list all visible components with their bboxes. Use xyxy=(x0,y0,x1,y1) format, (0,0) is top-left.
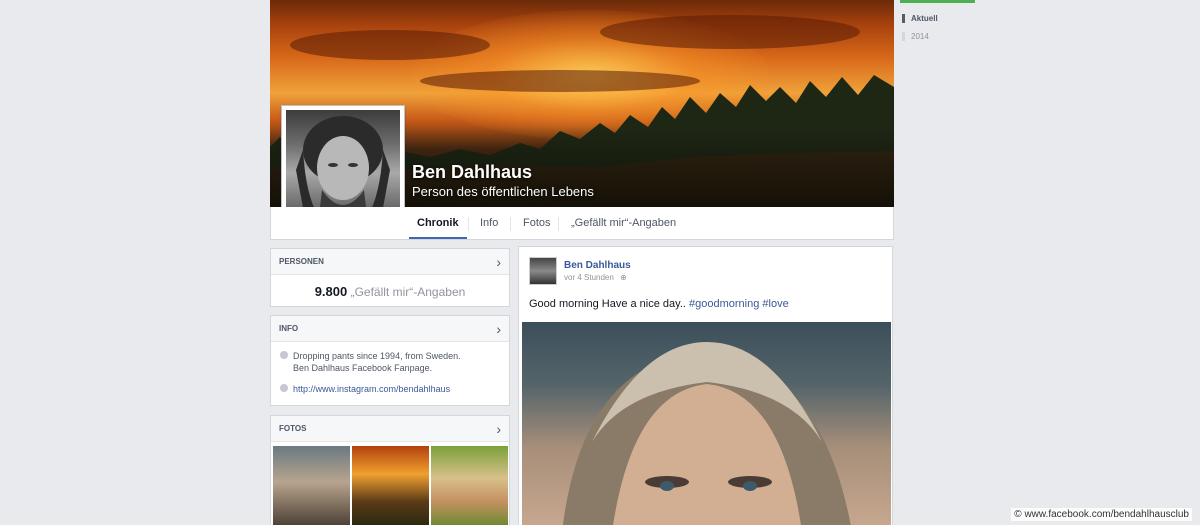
timeline-years-nav: Aktuell 2014 xyxy=(900,0,990,60)
chevron-right-icon[interactable]: › xyxy=(496,316,501,342)
timeline-bar xyxy=(900,0,975,3)
post-timestamp[interactable]: vor 4 Stunden ⊕ xyxy=(564,273,627,282)
website-link[interactable]: http://www.instagram.com/bendahlhaus xyxy=(293,384,450,394)
photo-thumbnail-3[interactable] xyxy=(431,446,508,525)
persons-heading: PERSONEN xyxy=(279,257,324,266)
tab-chronik[interactable]: Chronik xyxy=(409,207,467,239)
likes-summary[interactable]: 9.800 „Gefällt mir“-Angaben xyxy=(271,275,509,308)
portrait-photo xyxy=(562,342,851,525)
tab-likes[interactable]: „Gefällt mir“-Angaben xyxy=(563,207,684,239)
tab-divider xyxy=(558,217,559,231)
post-author[interactable]: Ben Dahlhaus xyxy=(564,260,631,271)
about-text: Dropping pants since 1994, from Sweden. … xyxy=(271,342,509,374)
info-card: INFO › Dropping pants since 1994, from S… xyxy=(270,315,510,406)
persons-card: PERSONEN › 9.800 „Gefällt mir“-Angaben xyxy=(270,248,510,307)
photo-thumbnail-1[interactable] xyxy=(273,446,350,525)
about-line-2: Ben Dahlhaus Facebook Fanpage. xyxy=(293,363,433,373)
avatar[interactable] xyxy=(529,257,557,285)
photos-card: FOTOS › xyxy=(270,415,510,525)
timeline-item-2014[interactable]: 2014 xyxy=(902,32,929,41)
page-nav: Chronik Info Fotos „Gefällt mir“-Angaben xyxy=(270,207,894,240)
info-icon xyxy=(280,351,288,359)
tab-divider xyxy=(510,217,511,231)
tab-divider xyxy=(468,217,469,231)
post-time-text: vor 4 Stunden xyxy=(564,273,614,282)
chevron-right-icon[interactable]: › xyxy=(496,416,501,442)
tab-fotos[interactable]: Fotos xyxy=(515,207,559,239)
about-line-1: Dropping pants since 1994, from Sweden. xyxy=(293,351,461,361)
photo-thumbnail-2[interactable] xyxy=(352,446,429,525)
hashtag-goodmorning[interactable]: #goodmorning xyxy=(689,298,759,310)
photos-heading: FOTOS xyxy=(279,424,307,433)
hashtag-love[interactable]: #love xyxy=(762,298,788,310)
image-credit: © www.facebook.com/bendahlhausclub xyxy=(1011,508,1192,521)
page-category: Person des öffentlichen Lebens xyxy=(412,184,594,199)
cloud xyxy=(290,30,490,60)
globe-icon xyxy=(280,384,288,392)
globe-icon: ⊕ xyxy=(620,273,627,282)
likes-count: 9.800 xyxy=(314,284,348,299)
post-message: Good morning Have a nice day.. xyxy=(529,298,686,310)
likes-label: „Gefällt mir“-Angaben xyxy=(350,285,466,299)
cloud xyxy=(600,15,860,49)
photos-card-header[interactable]: FOTOS › xyxy=(271,416,509,442)
tab-info[interactable]: Info xyxy=(472,207,506,239)
chevron-right-icon[interactable]: › xyxy=(496,249,501,275)
info-heading: INFO xyxy=(279,324,299,333)
timeline-post: Ben Dahlhaus vor 4 Stunden ⊕ Good mornin… xyxy=(518,246,893,525)
timeline-item-current[interactable]: Aktuell xyxy=(902,14,938,23)
info-card-header[interactable]: INFO › xyxy=(271,316,509,342)
persons-card-header[interactable]: PERSONEN › xyxy=(271,249,509,275)
post-text: Good morning Have a nice day.. #goodmorn… xyxy=(529,298,789,310)
post-photo[interactable] xyxy=(522,322,891,525)
website-row: http://www.instagram.com/bendahlhaus xyxy=(271,374,509,395)
page-name[interactable]: Ben Dahlhaus xyxy=(412,162,532,183)
